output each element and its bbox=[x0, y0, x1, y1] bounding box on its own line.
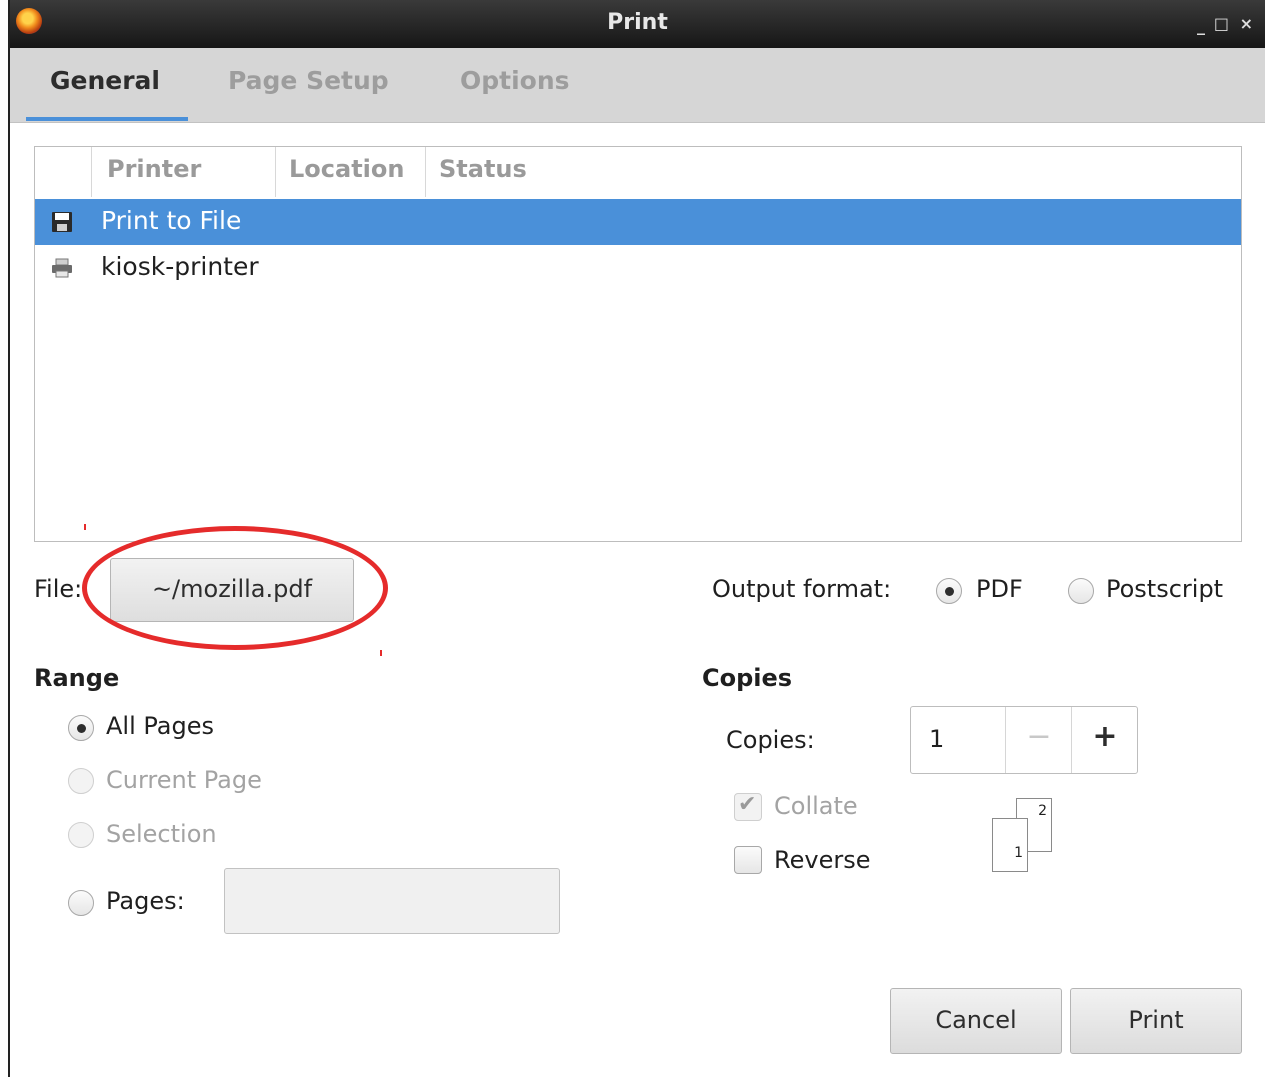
selection-radio[interactable] bbox=[68, 822, 94, 848]
annotation-circle bbox=[82, 526, 388, 650]
print-dialog: Print _ □ × General Page Setup Options P… bbox=[8, 0, 1265, 1077]
pages-input[interactable] bbox=[224, 868, 560, 934]
tab-general[interactable]: General bbox=[50, 66, 160, 95]
title-bar: Print _ □ × bbox=[10, 0, 1265, 48]
copies-value[interactable]: 1 bbox=[929, 725, 944, 753]
annotation-mark bbox=[84, 524, 86, 530]
column-separator bbox=[425, 147, 426, 197]
reverse-checkbox[interactable] bbox=[734, 846, 762, 874]
column-separator bbox=[275, 147, 276, 197]
file-label: File: bbox=[34, 575, 83, 603]
tab-bar: General Page Setup Options bbox=[10, 48, 1265, 123]
copies-title: Copies bbox=[702, 664, 793, 692]
floppy-disk-icon bbox=[52, 212, 72, 232]
page-number: 2 bbox=[1038, 803, 1047, 819]
pages-radio[interactable] bbox=[68, 890, 94, 916]
copies-spinner[interactable]: 1 − + bbox=[910, 706, 1138, 774]
postscript-label[interactable]: Postscript bbox=[1106, 575, 1223, 603]
annotation-mark bbox=[380, 650, 382, 656]
copies-label: Copies: bbox=[726, 726, 815, 754]
column-header-printer[interactable]: Printer bbox=[107, 155, 201, 183]
collate-label[interactable]: Collate bbox=[774, 792, 858, 820]
all-pages-label[interactable]: All Pages bbox=[106, 712, 214, 740]
range-title: Range bbox=[34, 664, 120, 692]
postscript-radio[interactable] bbox=[1068, 578, 1094, 604]
current-page-label[interactable]: Current Page bbox=[106, 766, 262, 794]
output-format-label: Output format: bbox=[712, 575, 892, 603]
collate-illustration: 2 1 bbox=[992, 798, 1056, 874]
printer-list[interactable]: Printer Location Status Print to File ki… bbox=[34, 146, 1242, 542]
minimize-icon[interactable]: _ bbox=[1197, 16, 1205, 35]
column-separator bbox=[91, 147, 92, 197]
decrement-button[interactable]: − bbox=[1007, 719, 1071, 754]
pdf-label[interactable]: PDF bbox=[976, 575, 1023, 603]
maximize-icon[interactable]: □ bbox=[1214, 14, 1229, 33]
cancel-button[interactable]: Cancel bbox=[890, 988, 1062, 1054]
increment-button[interactable]: + bbox=[1073, 719, 1137, 754]
selection-label[interactable]: Selection bbox=[106, 820, 217, 848]
column-header-status[interactable]: Status bbox=[439, 155, 527, 183]
page-sheet-icon: 1 bbox=[992, 818, 1028, 872]
printer-row-kiosk-printer[interactable]: kiosk-printer bbox=[35, 245, 1241, 291]
printer-icon bbox=[52, 258, 72, 278]
current-page-radio[interactable] bbox=[68, 768, 94, 794]
pages-label[interactable]: Pages: bbox=[106, 887, 185, 915]
printer-name: kiosk-printer bbox=[101, 252, 259, 281]
printer-row-print-to-file[interactable]: Print to File bbox=[35, 199, 1241, 245]
window-title: Print bbox=[607, 10, 668, 35]
tab-options[interactable]: Options bbox=[460, 66, 570, 95]
collate-checkbox[interactable]: ✔ bbox=[734, 792, 762, 821]
printer-name: Print to File bbox=[101, 206, 242, 235]
close-icon[interactable]: × bbox=[1240, 14, 1253, 33]
pdf-radio[interactable] bbox=[936, 578, 962, 604]
reverse-label[interactable]: Reverse bbox=[774, 846, 870, 874]
spinner-divider bbox=[1071, 707, 1072, 773]
checkmark-icon: ✔ bbox=[738, 792, 757, 817]
print-button[interactable]: Print bbox=[1070, 988, 1242, 1054]
spinner-divider bbox=[1005, 707, 1006, 773]
tab-page-setup[interactable]: Page Setup bbox=[228, 66, 389, 95]
page-number: 1 bbox=[1014, 845, 1023, 861]
column-header-location[interactable]: Location bbox=[289, 155, 404, 183]
all-pages-radio[interactable] bbox=[68, 715, 94, 741]
active-tab-indicator bbox=[26, 117, 188, 121]
